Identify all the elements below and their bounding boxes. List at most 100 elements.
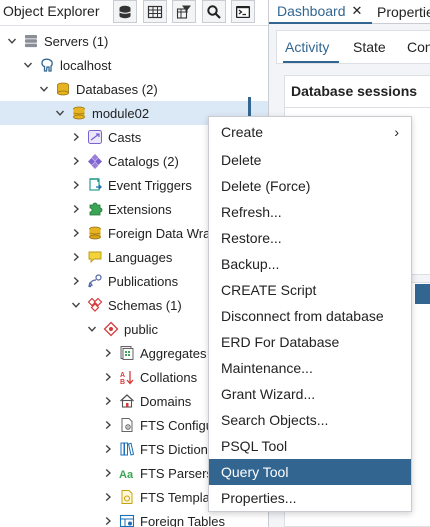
tree-item-label: Foreign Tables: [140, 513, 226, 527]
menu-item-maintenance[interactable]: Maintenance...: [209, 355, 411, 381]
menu-item-label: PSQL Tool: [221, 438, 288, 454]
svg-text:A: A: [120, 372, 125, 379]
tree-item-label: Schemas (1): [108, 297, 182, 313]
subtab-configuration[interactable]: Con: [407, 39, 430, 55]
menu-item-label: Search Objects...: [221, 412, 329, 428]
fts-dictionary-icon: [119, 441, 135, 457]
fts-config-icon: [119, 417, 135, 433]
psql-tool-button[interactable]: [231, 0, 255, 23]
card-divider: [285, 107, 430, 108]
subtab-activity[interactable]: Activity: [285, 39, 329, 55]
active-subtab-indicator: [283, 61, 339, 63]
chevron-right-icon[interactable]: [69, 202, 83, 216]
search-objects-button[interactable]: [202, 0, 226, 23]
menu-item-label: Create: [221, 124, 264, 140]
chevron-right-icon[interactable]: [69, 250, 83, 264]
tree-item-localhost[interactable]: localhost: [0, 53, 268, 77]
query-database-button[interactable]: [113, 0, 137, 23]
tree-item-label: FTS Templa: [140, 489, 210, 505]
menu-item-label: ERD For Database: [221, 334, 340, 350]
menu-item-create-script[interactable]: CREATE Script: [209, 277, 411, 303]
chevron-right-icon[interactable]: [101, 346, 115, 360]
tree-item-label: Extensions: [108, 201, 172, 217]
chevron-right-icon[interactable]: [101, 370, 115, 384]
subtab-state[interactable]: State: [353, 39, 386, 55]
menu-item-psql-tool[interactable]: PSQL Tool: [209, 433, 411, 459]
terminal-icon: [236, 5, 250, 18]
publications-icon: [87, 273, 103, 289]
filtered-rows-button[interactable]: [172, 0, 196, 23]
chevron-right-icon[interactable]: [101, 466, 115, 480]
tree-item-label: Collations: [140, 369, 198, 385]
tree-item-label: Domains: [140, 393, 192, 409]
chevron-right-icon: ›: [394, 124, 399, 140]
tree-item-label: FTS Diction: [140, 441, 208, 457]
menu-item-query-tool[interactable]: Query Tool: [209, 459, 411, 485]
accent-strip: [415, 284, 430, 304]
menu-item-disconnect[interactable]: Disconnect from database: [209, 303, 411, 329]
tab-dashboard-label: Dashboard: [277, 3, 346, 19]
menu-item-delete[interactable]: Delete: [209, 147, 411, 173]
header-divider: [0, 25, 268, 26]
view-data-button[interactable]: [143, 0, 167, 23]
dashboard-subtabs: Activity State Con: [276, 30, 430, 64]
filter-table-icon: [176, 5, 191, 19]
chevron-right-icon[interactable]: [101, 442, 115, 456]
databases-icon: [55, 81, 71, 97]
menu-item-delete-force[interactable]: Delete (Force): [209, 173, 411, 199]
menu-item-erd[interactable]: ERD For Database: [209, 329, 411, 355]
close-icon[interactable]: ✕: [352, 3, 363, 19]
context-menu: Create › Delete Delete (Force) Refresh..…: [208, 116, 412, 512]
menu-item-create[interactable]: Create ›: [209, 119, 411, 145]
tree-item-servers[interactable]: Servers (1): [0, 29, 268, 53]
chevron-down-icon[interactable]: [85, 322, 99, 336]
fts-template-icon: [119, 489, 135, 505]
menu-item-restore[interactable]: Restore...: [209, 225, 411, 251]
tree-item-databases[interactable]: Databases (2): [0, 77, 268, 101]
chevron-down-icon[interactable]: [53, 106, 67, 120]
tree-item-label: Foreign Data Wra: [108, 225, 211, 241]
menu-item-search-objects[interactable]: Search Objects...: [209, 407, 411, 433]
database-icon: [119, 5, 131, 18]
chevron-down-icon[interactable]: [5, 34, 19, 48]
tab-dashboard[interactable]: Dashboard ✕: [269, 0, 372, 24]
chevron-right-icon[interactable]: [101, 490, 115, 504]
search-icon: [207, 4, 221, 19]
chevron-right-icon[interactable]: [69, 178, 83, 192]
menu-item-grant-wizard[interactable]: Grant Wizard...: [209, 381, 411, 407]
chevron-right-icon[interactable]: [101, 418, 115, 432]
fts-parser-icon: Aa: [119, 465, 135, 481]
menu-item-label: Backup...: [221, 256, 280, 272]
menu-item-refresh[interactable]: Refresh...: [209, 199, 411, 225]
table-icon: [147, 5, 163, 18]
postgres-elephant-icon: [39, 57, 55, 73]
chevron-right-icon[interactable]: [101, 394, 115, 408]
chevron-right-icon[interactable]: [69, 274, 83, 288]
tab-properties[interactable]: Propertie: [375, 0, 430, 24]
schema-icon: [103, 321, 119, 337]
tree-item-label: Event Triggers: [108, 177, 192, 193]
chevron-down-icon[interactable]: [69, 298, 83, 312]
chevron-right-icon[interactable]: [69, 226, 83, 240]
chevron-right-icon[interactable]: [101, 514, 115, 527]
chevron-down-icon[interactable]: [37, 82, 51, 96]
tree-item-label: Catalogs (2): [108, 153, 179, 169]
menu-item-label: Refresh...: [221, 204, 282, 220]
menu-item-label: Maintenance...: [221, 360, 313, 376]
tree-item-label: Aggregates: [140, 345, 207, 361]
casts-icon: [87, 129, 103, 145]
chevron-right-icon[interactable]: [69, 130, 83, 144]
tree-item-label: Publications: [108, 273, 179, 289]
tree-item-label: FTS Configu: [140, 417, 213, 433]
object-explorer-header: Object Explorer: [0, 0, 268, 24]
database-icon: [71, 105, 87, 121]
foreign-data-wrapper-icon: [87, 225, 103, 241]
menu-item-backup[interactable]: Backup...: [209, 251, 411, 277]
tree-item-label: FTS Parsers: [140, 465, 213, 481]
chevron-right-icon[interactable]: [69, 154, 83, 168]
tree-item-label: localhost: [60, 57, 112, 73]
foreign-tables-icon: [119, 513, 135, 527]
menu-item-properties[interactable]: Properties...: [209, 485, 411, 511]
main-tab-bar: Dashboard ✕ Propertie: [269, 0, 430, 24]
chevron-down-icon[interactable]: [21, 58, 35, 72]
